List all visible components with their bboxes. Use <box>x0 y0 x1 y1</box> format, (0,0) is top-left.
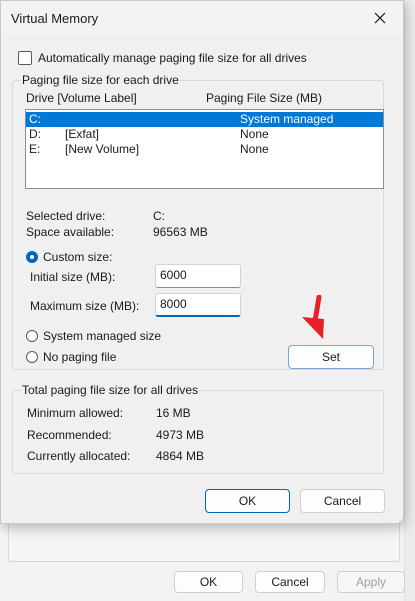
paging-size: None <box>240 127 269 141</box>
virtual-memory-dialog: Virtual Memory Automatically manage pagi… <box>0 0 404 524</box>
selected-drive-value: C: <box>153 209 165 223</box>
drive-row-c[interactable]: C: System managed <box>26 112 383 127</box>
cancel-button[interactable]: Cancel <box>300 489 385 513</box>
annotation-arrow-icon <box>302 295 324 339</box>
drive-letter: E: <box>29 142 41 156</box>
total-group-label: Total paging file size for all drives <box>21 383 200 397</box>
system-managed-label: System managed size <box>43 329 162 343</box>
parent-dialog-footer: OK Cancel Apply <box>0 565 415 601</box>
minimum-allowed-label: Minimum allowed: <box>27 406 124 420</box>
drive-row-d[interactable]: D: [Exfat] None <box>26 127 383 142</box>
selected-drive-label: Selected drive: <box>26 209 106 223</box>
total-paging-group: Total paging file size for all drives Mi… <box>12 383 384 474</box>
volume-label: [Exfat] <box>65 127 100 141</box>
space-available-value: 96563 MB <box>153 225 208 239</box>
paging-group-label: Paging file size for each drive <box>21 73 180 87</box>
custom-size-radio-row[interactable]: Custom size: <box>26 250 112 264</box>
custom-size-radio[interactable] <box>26 251 38 263</box>
parent-window-edge <box>404 0 415 601</box>
set-button[interactable]: Set <box>288 345 374 369</box>
close-button[interactable] <box>367 5 393 31</box>
initial-size-input[interactable]: 6000 <box>155 264 241 288</box>
no-paging-radio[interactable] <box>26 351 38 363</box>
system-managed-radio[interactable] <box>26 330 38 342</box>
title-bar: Virtual Memory <box>1 1 403 35</box>
recommended-value: 4973 MB <box>156 428 205 442</box>
system-managed-radio-row[interactable]: System managed size <box>26 329 161 343</box>
no-paging-radio-row[interactable]: No paging file <box>26 350 116 364</box>
volume-label: [New Volume] <box>65 142 140 156</box>
parent-cancel-button[interactable]: Cancel <box>255 571 325 593</box>
ok-button[interactable]: OK <box>205 489 290 513</box>
paging-size: None <box>240 142 269 156</box>
space-available-label: Space available: <box>26 225 115 239</box>
currently-allocated-label: Currently allocated: <box>27 449 131 463</box>
custom-size-label: Custom size: <box>43 250 113 264</box>
recommended-label: Recommended: <box>27 428 112 442</box>
close-icon <box>374 12 386 24</box>
no-paging-label: No paging file <box>43 350 117 364</box>
parent-ok-button[interactable]: OK <box>174 571 243 593</box>
minimum-allowed-value: 16 MB <box>156 406 191 420</box>
maximum-size-label: Maximum size (MB): <box>30 299 140 313</box>
auto-manage-checkbox-row[interactable]: Automatically manage paging file size fo… <box>18 51 307 65</box>
drive-letter: C: <box>29 112 41 126</box>
currently-allocated-value: 4864 MB <box>156 449 205 463</box>
initial-size-label: Initial size (MB): <box>30 270 116 284</box>
paging-size: System managed <box>240 112 334 126</box>
drive-letter: D: <box>29 127 41 141</box>
dialog-title: Virtual Memory <box>11 11 99 26</box>
auto-manage-label: Automatically manage paging file size fo… <box>38 51 307 65</box>
drive-list[interactable]: C: System managed D: [Exfat] None E: [Ne… <box>25 109 384 189</box>
maximum-size-input[interactable]: 8000 <box>155 293 241 317</box>
drive-row-e[interactable]: E: [New Volume] None <box>26 142 383 157</box>
column-header-size: Paging File Size (MB) <box>206 91 323 105</box>
auto-manage-checkbox[interactable] <box>18 51 32 65</box>
parent-apply-button[interactable]: Apply <box>337 571 405 593</box>
column-header-drive: Drive [Volume Label] <box>26 91 137 105</box>
